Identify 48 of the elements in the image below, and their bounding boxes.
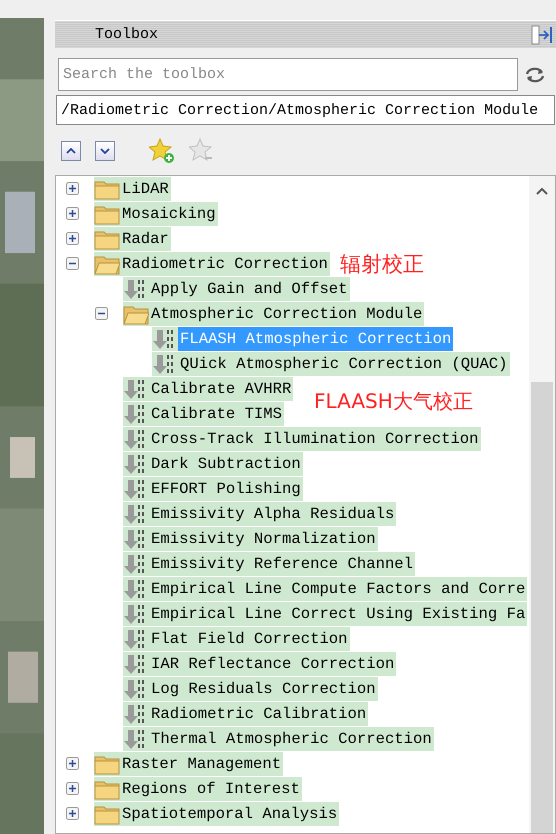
tree-item[interactable]: Regions of Interest (120, 776, 302, 800)
expand-icon[interactable] (66, 782, 79, 795)
tree-item[interactable]: Radiometric Calibration (149, 702, 368, 726)
down-caret-icon (100, 148, 110, 154)
search-field[interactable]: Search the toolbox (58, 58, 518, 91)
tree-item[interactable]: Cross-Track Illumination Correction (149, 426, 481, 450)
tree-item[interactable]: Calibrate AVHRR (149, 376, 294, 400)
scroll-up-icon[interactable] (535, 186, 549, 196)
tree-item[interactable]: Empirical Line Compute Factors and Corre (149, 576, 528, 600)
expand-icon[interactable] (66, 757, 79, 770)
add-favorite-button[interactable] (149, 138, 175, 164)
tree-item[interactable]: Emissivity Alpha Residuals (149, 502, 396, 526)
tree-item[interactable]: Emissivity Reference Channel (149, 552, 416, 576)
tree-item[interactable]: Thermal Atmospheric Correction (149, 726, 434, 750)
collapse-icon[interactable] (66, 257, 79, 270)
tree-item[interactable]: Emissivity Normalization (149, 526, 378, 550)
annotation-text: 辐射校正 (340, 250, 424, 278)
path-field[interactable]: /Radiometric Correction/Atmospheric Correction Module (56, 95, 555, 125)
tree-item[interactable]: Radar (120, 226, 171, 250)
tree-item[interactable]: Spatiotemporal Analysis (120, 802, 340, 826)
tree-item[interactable]: Raster Management (120, 752, 284, 776)
collapse-all-button[interactable] (61, 141, 81, 161)
collapse-icon[interactable] (95, 307, 108, 320)
tree-item[interactable]: QUick Atmospheric Correction (QUAC) (178, 352, 510, 376)
up-caret-icon (66, 148, 76, 154)
tree-item[interactable]: Calibrate TIMS (149, 402, 284, 426)
expand-icon[interactable] (66, 182, 79, 195)
expand-icon[interactable] (66, 232, 79, 245)
tree-item[interactable]: Mosaicking (120, 202, 218, 226)
tree-item[interactable]: Flat Field Correction (149, 626, 350, 650)
tree-item[interactable]: Dark Subtraction (149, 452, 303, 476)
tree-item[interactable]: Empirical Line Correct Using Existing Fa (149, 602, 528, 626)
tree-item[interactable]: IAR Reflectance Correction (149, 652, 396, 676)
expand-all-button[interactable] (95, 141, 115, 161)
tree-item[interactable]: LiDAR (120, 176, 171, 200)
expand-icon[interactable] (66, 207, 79, 220)
annotation-text: FLAASH大气校正 (314, 388, 473, 415)
panel-title: Toolbox (95, 26, 158, 43)
tree-item[interactable]: Apply Gain and Offset (149, 276, 350, 300)
expand-icon[interactable] (66, 807, 79, 820)
tree-item[interactable]: Log Residuals Correction (149, 676, 378, 700)
dock-icon[interactable] (531, 24, 553, 44)
refresh-icon[interactable] (524, 66, 546, 84)
tree-item[interactable]: Atmospheric Correction Module (149, 302, 424, 326)
tree-item[interactable]: EFFORT Polishing (149, 476, 303, 500)
star-plus-icon (149, 138, 175, 164)
scrollbar-thumb[interactable] (531, 382, 553, 833)
tree-item[interactable]: Radiometric Correction (120, 252, 330, 276)
